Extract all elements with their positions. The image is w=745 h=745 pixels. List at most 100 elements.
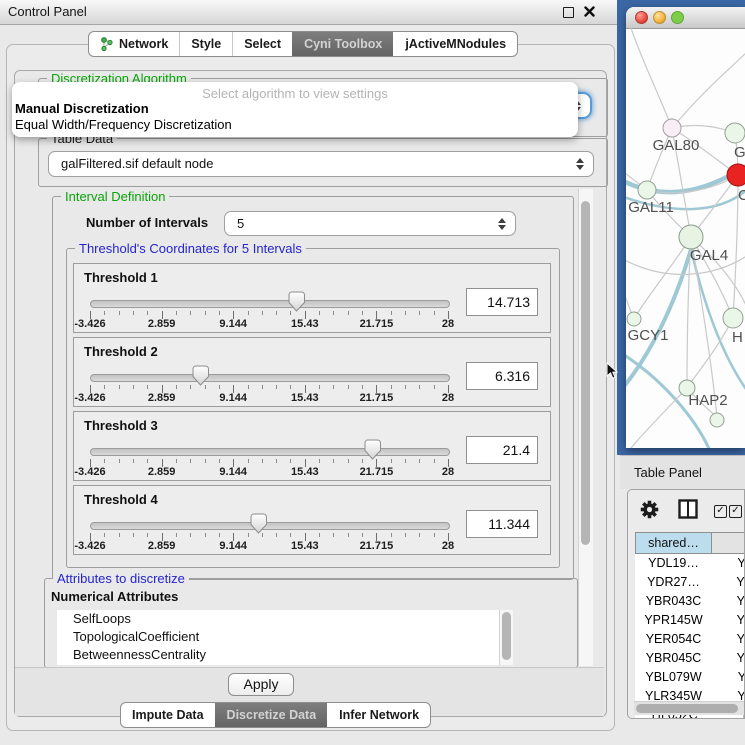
network-node[interactable]: [727, 164, 745, 186]
table-row[interactable]: YDL19…YDL1: [635, 554, 745, 573]
network-node[interactable]: [638, 181, 656, 199]
tab-infer-network[interactable]: Infer Network: [327, 703, 430, 727]
network-node[interactable]: [627, 312, 641, 326]
network-edge[interactable]: [672, 48, 745, 128]
dropdown-option-manual[interactable]: Manual Discretization: [12, 101, 578, 117]
table-panel-window: shared… na YDL19…YDL1YDR27…YDR2YBR043CYB…: [627, 489, 745, 719]
threshold-slider-track[interactable]: [90, 522, 450, 530]
threshold-slider-thumb[interactable]: [364, 439, 381, 460]
column-header-shared-name[interactable]: shared…: [635, 532, 712, 554]
table-rows: YDL19…YDL1YDR27…YDR2YBR043CYBR0YPR145WYP…: [635, 554, 745, 719]
threshold-slider-track[interactable]: [90, 300, 450, 308]
threshold-slider-tick-labels: -3.4262.8599.14415.4321.71528: [74, 318, 550, 331]
tab-select[interactable]: Select: [232, 32, 292, 56]
attribute-item[interactable]: SelfLoops: [57, 610, 499, 628]
attributes-group: Attributes to discretize Numerical Attri…: [44, 578, 578, 668]
network-node[interactable]: [725, 123, 745, 143]
float-window-icon[interactable]: [563, 7, 574, 18]
thresholds-group: Threshold's Coordinates for 5 Intervals …: [66, 248, 560, 568]
network-node[interactable]: [679, 225, 703, 249]
control-panel-titlebar: Control Panel: [0, 0, 617, 25]
combo-arrows-icon: [576, 158, 584, 170]
group-title: Attributes to discretize: [53, 571, 189, 586]
table-row[interactable]: YDR27…YDR2: [635, 573, 745, 592]
threshold-slider-thumb[interactable]: [288, 291, 305, 312]
network-edge[interactable]: [631, 388, 687, 448]
numerical-attributes-label: Numerical Attributes: [51, 589, 178, 604]
network-node-label: GAL80: [653, 137, 700, 154]
algorithm-dropdown-popup: Select algorithm to view settings Manual…: [12, 82, 578, 137]
threshold-box: Threshold 1 -3.4262.8599.14415.4321.7152…: [73, 263, 551, 333]
cyni-mode-tabs: Impute Data Discretize Data Infer Networ…: [120, 702, 431, 728]
tab-label: Discretize Data: [227, 703, 317, 727]
table-row[interactable]: YBL079WYBL0: [635, 668, 745, 687]
check-all-icon[interactable]: [729, 505, 742, 518]
table-data-combobox[interactable]: galFiltered.sif default node: [48, 151, 594, 177]
network-window[interactable]: GAL80 GA C GAL11 GAL4 GCY1 H HAP2: [626, 7, 745, 448]
network-node[interactable]: [723, 308, 743, 328]
mouse-cursor: [606, 362, 618, 380]
table-toolbar: [628, 490, 744, 530]
table-horizontal-scrollbar[interactable]: [634, 701, 744, 715]
network-icon: [100, 37, 114, 52]
mac-close-icon[interactable]: [635, 11, 648, 24]
tab-label: Infer Network: [339, 703, 419, 727]
threshold-slider-tick-labels: -3.4262.8599.14415.4321.71528: [74, 392, 550, 405]
network-node[interactable]: [663, 119, 681, 137]
tab-label: Cyni Toolbox: [304, 32, 382, 56]
network-node[interactable]: [710, 413, 724, 427]
gear-icon[interactable]: [640, 500, 659, 519]
threshold-value-box[interactable]: 21.4: [466, 436, 538, 464]
tab-style[interactable]: Style: [179, 32, 232, 56]
table-row[interactable]: YER054CYER0: [635, 630, 745, 649]
close-icon[interactable]: [584, 6, 595, 17]
network-edge[interactable]: [631, 28, 672, 128]
threshold-slider-tick-labels: -3.4262.8599.14415.4321.71528: [74, 540, 550, 553]
network-node-label: HAP2: [688, 392, 727, 409]
threshold-label: Threshold 2: [84, 344, 158, 359]
network-node-label: GA: [734, 144, 745, 161]
attributes-scrollbar[interactable]: [499, 610, 513, 665]
apply-button[interactable]: Apply: [228, 673, 294, 696]
screen: Control Panel Network Style Select Cyni …: [0, 0, 745, 745]
dropdown-option-equal-width[interactable]: Equal Width/Frequency Discretization: [12, 117, 578, 133]
settings-scrollbar[interactable]: [578, 189, 593, 666]
tab-cyni-toolbox[interactable]: Cyni Toolbox: [292, 32, 393, 56]
table-row[interactable]: YPR145WYPR1: [635, 611, 745, 630]
network-node-label: C: [738, 187, 745, 204]
numerical-attributes-list[interactable]: SelfLoopsTopologicalCoefficientBetweenne…: [57, 610, 499, 665]
split-columns-icon[interactable]: [678, 499, 698, 519]
tab-discretize-data[interactable]: Discretize Data: [215, 703, 328, 727]
network-window-titlebar: [626, 7, 745, 29]
tab-impute-data[interactable]: Impute Data: [121, 703, 215, 727]
number-of-intervals-combobox[interactable]: 5: [224, 211, 516, 236]
threshold-slider-thumb[interactable]: [250, 513, 267, 534]
threshold-slider-track[interactable]: [90, 448, 450, 456]
threshold-value-box[interactable]: 11.344: [466, 510, 538, 538]
mac-minimize-icon[interactable]: [653, 11, 666, 24]
table-row[interactable]: YBR043CYBR0: [635, 592, 745, 611]
threshold-value-box[interactable]: 14.713: [466, 288, 538, 316]
table-panel-header: Table Panel: [620, 455, 745, 489]
network-canvas[interactable]: GAL80 GA C GAL11 GAL4 GCY1 H HAP2: [626, 28, 745, 448]
threshold-slider-thumb[interactable]: [192, 365, 209, 386]
network-node-label: GAL11: [628, 199, 674, 216]
attribute-item[interactable]: BetweennessCentrality: [57, 646, 499, 664]
panel-title: Control Panel: [8, 0, 87, 24]
threshold-box: Threshold 2 -3.4262.8599.14415.4321.7152…: [73, 337, 551, 407]
dropdown-hint: Select algorithm to view settings: [12, 86, 578, 101]
table-row[interactable]: YBR045CYBR0: [635, 649, 745, 668]
attribute-item[interactable]: TopologicalCoefficient: [57, 628, 499, 646]
check-all-icon[interactable]: [714, 505, 727, 518]
column-header-name[interactable]: na: [711, 532, 745, 554]
threshold-value-box[interactable]: 6.316: [466, 362, 538, 390]
network-node-label: GAL4: [690, 247, 728, 264]
network-node-label: H: [732, 329, 743, 346]
threshold-slider-track[interactable]: [90, 374, 450, 382]
mac-zoom-icon[interactable]: [671, 11, 684, 24]
network-node-label: GCY1: [628, 327, 669, 344]
tab-network[interactable]: Network: [89, 32, 179, 56]
group-title: Threshold's Coordinates for 5 Intervals: [75, 241, 306, 256]
control-panel-tabs: Network Style Select Cyni Toolbox jActiv…: [88, 31, 518, 57]
tab-jactivemnodules[interactable]: jActiveMNodules: [393, 32, 517, 56]
